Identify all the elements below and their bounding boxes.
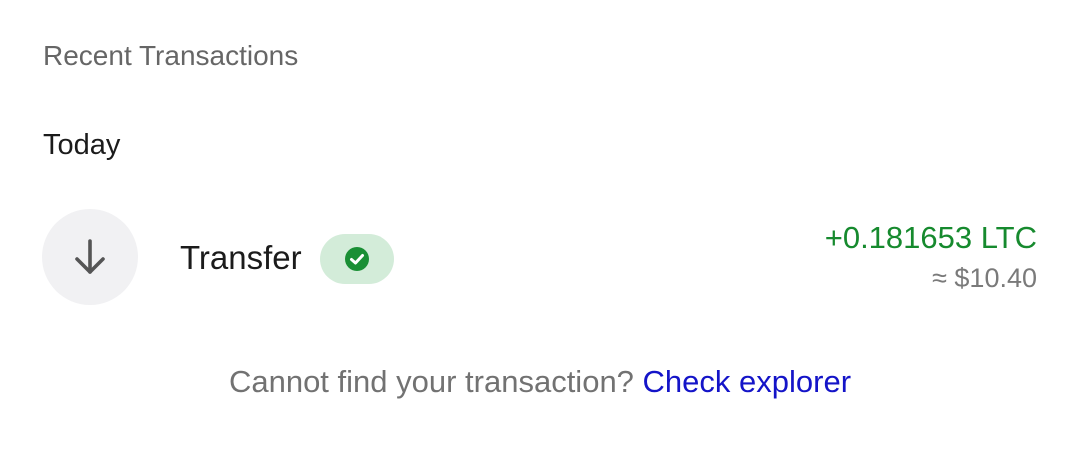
status-badge — [320, 234, 394, 284]
explorer-footer: Cannot find your transaction? Check expl… — [0, 362, 1080, 402]
transaction-type-icon — [42, 209, 138, 305]
recent-transactions-panel: Recent Transactions Today Transfer +0.18… — [0, 0, 1080, 471]
footer-text: Cannot find your transaction? — [228, 364, 643, 399]
check-explorer-link[interactable]: Check explorer — [643, 364, 851, 399]
transaction-fiat-value: ≈ $10.40 — [932, 263, 1037, 293]
section-title: Recent Transactions — [43, 40, 299, 71]
check-circle-icon — [345, 247, 369, 271]
date-group-title: Today — [43, 129, 121, 161]
transaction-amount: +0.181653 LTC — [824, 220, 1037, 255]
arrow-down-icon — [75, 239, 105, 274]
transaction-row[interactable]: Transfer +0.181653 LTC ≈ $10.40 — [0, 205, 1080, 309]
transaction-label: Transfer — [180, 239, 302, 276]
